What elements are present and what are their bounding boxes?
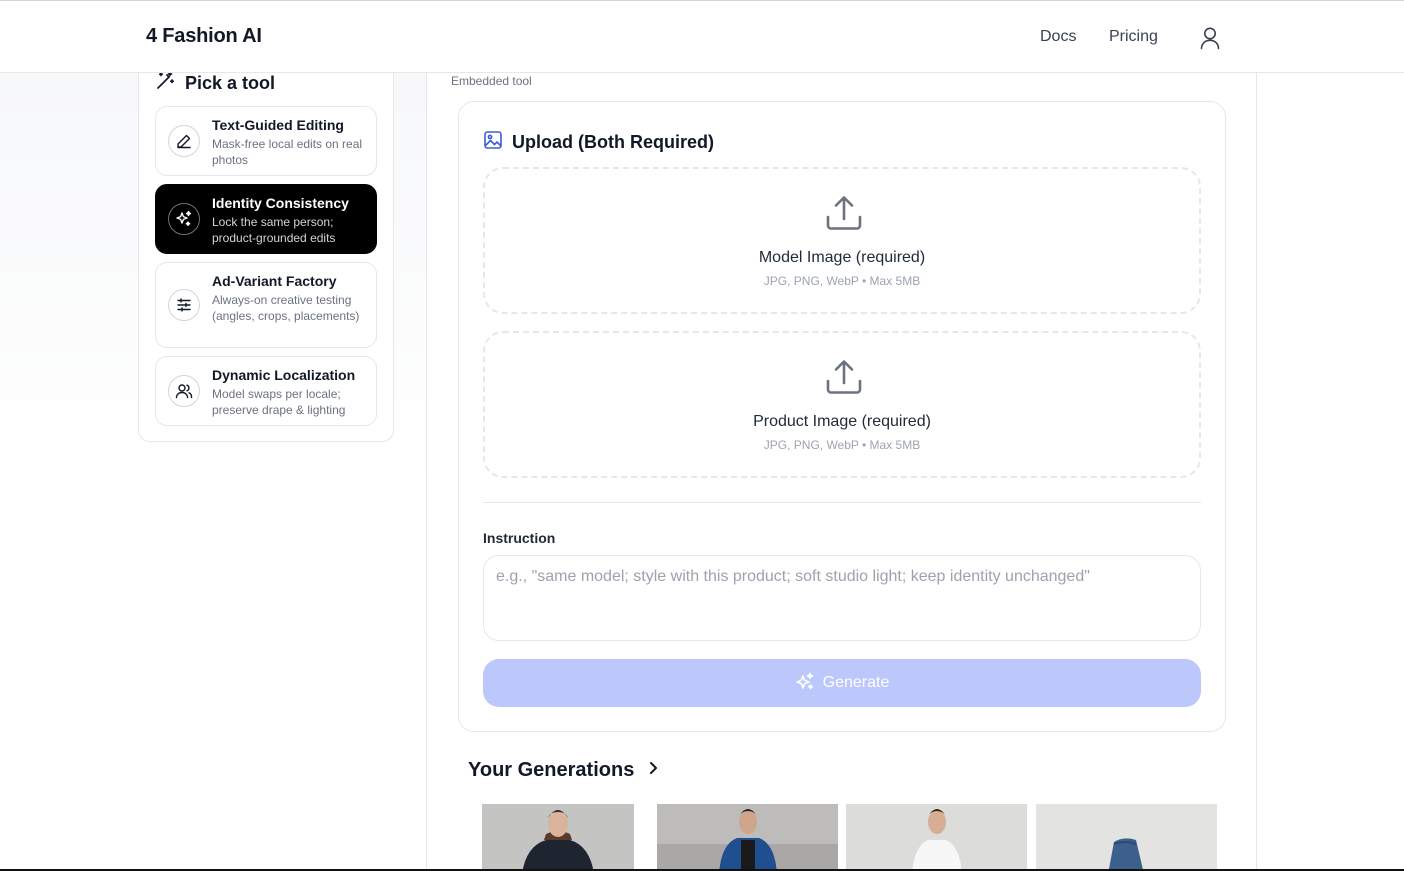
nav-pricing-link[interactable]: Pricing [1109,28,1158,46]
tool-ad-variant-factory[interactable]: Ad-Variant Factory Always-on creative te… [155,262,377,348]
top-header: 4 Fashion AI Docs Pricing [0,1,1404,73]
generations-title: Your Generations [468,759,635,781]
tool-text-guided-editing[interactable]: Text-Guided Editing Mask-free local edit… [155,106,377,176]
nav-docs-link[interactable]: Docs [1040,28,1076,46]
magic-wand-icon [155,71,175,96]
dropzone-hint: JPG, PNG, WebP • Max 5MB [763,438,921,452]
generation-thumbnail[interactable] [1036,804,1217,871]
tool-dynamic-localization[interactable]: Dynamic Localization Model swaps per loc… [155,356,377,426]
product-image-dropzone[interactable]: Product Image (required) JPG, PNG, WebP … [483,331,1201,478]
generations-heading[interactable]: Your Generations [468,759,658,782]
tool-picker-title: Pick a tool [185,73,276,93]
dropzone-hint: JPG, PNG, WebP • Max 5MB [763,274,921,288]
generation-thumbnail[interactable] [657,804,838,871]
tool-name: Identity Consistency [212,195,349,211]
tool-description: Model swaps per locale; preserve drape &… [212,387,346,417]
generation-thumbnail[interactable] [482,804,634,871]
generation-image [657,804,838,871]
tool-name: Dynamic Localization [212,367,356,383]
tool-description: Always-on creative testing (angles, crop… [212,293,360,323]
section-divider [483,502,1201,503]
upload-card: Upload (Both Required) Model Image (requ… [458,101,1226,732]
generation-image [846,804,1027,871]
generate-label: Generate [822,674,890,691]
dropzone-title: Product Image (required) [753,413,931,430]
generation-image [482,804,634,871]
pencil-icon [168,125,200,157]
generation-image [1036,804,1217,871]
tool-picker-panel: Pick a tool Text-Guided Editing Mask-fre… [138,56,394,442]
sparkles-icon [168,203,200,235]
tool-description: Lock the same person; product-grounded e… [212,215,336,245]
main-panel-border [426,73,427,871]
upload-heading: Upload (Both Required) [483,130,714,155]
instruction-label: Instruction [483,530,556,546]
user-icon[interactable] [1199,26,1221,50]
upload-icon [825,195,863,231]
tool-description: Mask-free local edits on real photos [212,137,363,167]
image-icon [483,130,503,155]
instruction-input[interactable] [483,555,1201,641]
site-logo[interactable]: 4 Fashion AI [146,25,262,48]
tool-picker-heading: Pick a tool [155,71,275,96]
model-image-dropzone[interactable]: Model Image (required) JPG, PNG, WebP • … [483,167,1201,314]
tool-name: Ad-Variant Factory [212,273,337,289]
generation-thumbnail[interactable] [846,804,1027,871]
upload-title: Upload (Both Required) [512,132,714,152]
tool-identity-consistency[interactable]: Identity Consistency Lock the same perso… [155,184,377,254]
dropzone-title: Model Image (required) [758,249,926,266]
chevron-right-icon [648,760,658,781]
tool-name: Text-Guided Editing [212,117,344,133]
upload-icon [825,359,863,395]
sparkles-icon [795,672,815,695]
main-panel-border [1256,73,1257,871]
sliders-icon [168,289,200,321]
users-icon [168,375,200,407]
embedded-tool-label: Embedded tool [451,74,532,88]
generate-button[interactable]: Generate [483,659,1201,707]
